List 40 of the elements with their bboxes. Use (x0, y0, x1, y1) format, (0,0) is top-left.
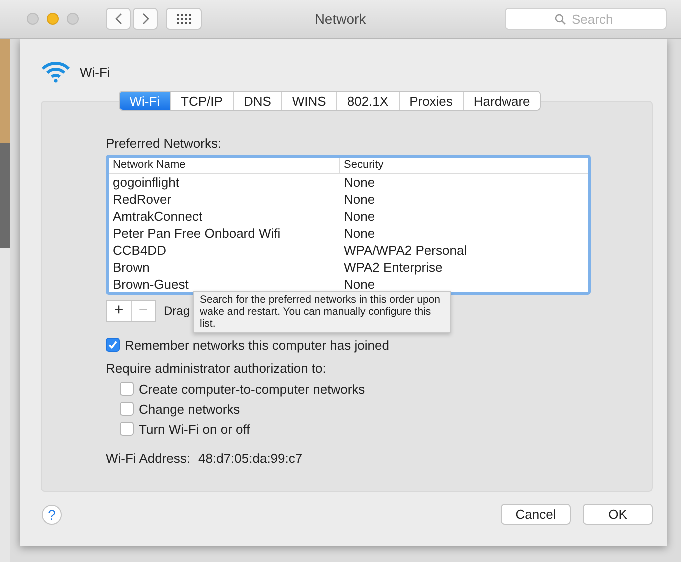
network-row[interactable]: CCB4DD WPA/WPA2 Personal (109, 242, 588, 259)
network-row[interactable]: Brown-Guest None (109, 276, 588, 292)
network-row[interactable]: Brown WPA2 Enterprise (109, 259, 588, 276)
cancel-button[interactable]: Cancel (501, 504, 571, 525)
column-header[interactable]: Security (339, 158, 588, 173)
chevron-left-icon (114, 13, 122, 25)
ok-button[interactable]: OK (583, 504, 653, 525)
service-name: Wi-Fi (80, 64, 110, 80)
network-row[interactable]: gogoinflight None (109, 174, 588, 191)
chevron-right-icon (142, 13, 150, 25)
checkbox-label: Change networks (139, 402, 240, 416)
checkbox[interactable] (120, 382, 134, 396)
forward-button[interactable] (133, 8, 158, 30)
hint-text: Drag (164, 304, 190, 318)
section-label: Preferred Networks: (106, 136, 223, 151)
checkbox-label: Create computer-to-computer networks (139, 382, 366, 396)
checkbox[interactable] (120, 402, 134, 416)
zoom-button[interactable] (67, 13, 79, 25)
window-title: Network (314, 11, 366, 27)
show-all-button[interactable] (166, 8, 202, 30)
checkbox-label: Turn Wi-Fi on or off (139, 422, 250, 436)
back-button[interactable] (106, 8, 131, 30)
tooltip: Search for the preferred networks in this order upon wake and restart. You can manually configure this list. (193, 291, 451, 333)
network-row[interactable]: RedRover None (109, 191, 588, 208)
wifi-icon (41, 61, 71, 83)
checkbox-label: Remember networks this computer has joined (125, 338, 390, 352)
search-icon (555, 14, 566, 25)
address-label: Wi-Fi Address: (106, 451, 191, 466)
address-value: 48:d7:05:da:99:c7 (198, 451, 303, 466)
search-field[interactable]: Search (505, 8, 667, 30)
minimize-button[interactable] (47, 13, 59, 25)
network-row[interactable]: Peter Pan Free Onboard Wifi None (109, 225, 588, 242)
section-label: Require administrator authorization to: (106, 360, 328, 378)
help-button[interactable]: ? (42, 504, 62, 524)
grid-icon (177, 14, 191, 24)
network-row[interactable]: AmtrakConnect None (109, 208, 588, 225)
checkbox[interactable] (106, 338, 120, 352)
close-button[interactable] (27, 13, 39, 25)
column-header[interactable]: Network Name (109, 158, 339, 173)
checkbox[interactable] (120, 422, 134, 436)
